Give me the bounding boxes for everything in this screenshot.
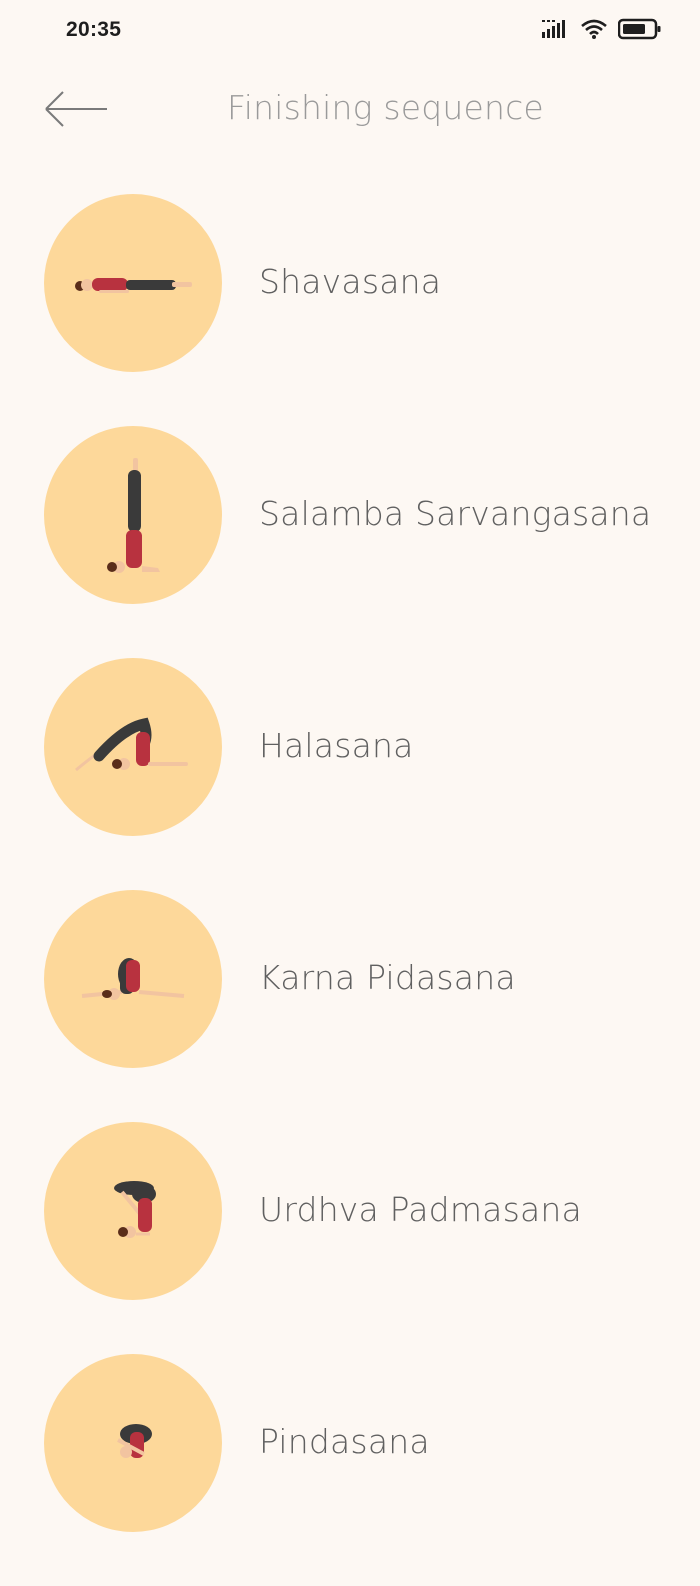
status-icons xyxy=(542,18,662,44)
battery-icon xyxy=(617,18,662,44)
pose-thumbnail xyxy=(44,194,222,372)
upward-lotus-pose-icon xyxy=(44,1122,222,1300)
ear-pressure-pose-icon xyxy=(44,890,222,1068)
back-button[interactable] xyxy=(40,86,112,136)
wifi-icon xyxy=(580,18,608,44)
arrow-left-icon xyxy=(43,89,109,133)
pose-name: Karna Pidasana xyxy=(259,958,516,997)
embryo-pose-icon xyxy=(44,1354,222,1532)
pose-name: Pindasana xyxy=(259,1422,430,1461)
pose-thumbnail xyxy=(44,890,222,1068)
shoulder-stand-pose-icon xyxy=(44,426,222,604)
pose-thumbnail xyxy=(44,1122,222,1300)
pose-name: Halasana xyxy=(259,726,414,765)
pose-thumbnail xyxy=(44,1354,222,1532)
pose-name: Urdhva Padmasana xyxy=(259,1190,582,1229)
pose-name: Shavasana xyxy=(259,262,442,301)
list-item[interactable]: Halasana xyxy=(0,658,700,836)
list-item[interactable]: Karna Pidasana xyxy=(0,890,700,1068)
list-item[interactable]: Salamba Sarvangasana xyxy=(0,426,700,604)
pose-thumbnail xyxy=(44,658,222,836)
pose-name: Salamba Sarvangasana xyxy=(259,494,652,533)
page-title: Finishing sequence xyxy=(227,88,544,127)
pose-list: Shavasana Salamba Sarvangasana Halasana … xyxy=(0,194,700,1586)
list-item[interactable]: Urdhva Padmasana xyxy=(0,1122,700,1300)
list-item[interactable]: Pindasana xyxy=(0,1354,700,1532)
header: Finishing sequence xyxy=(0,62,700,162)
pose-thumbnail xyxy=(44,426,222,604)
plow-pose-icon xyxy=(44,658,222,836)
status-bar: 20:35 xyxy=(0,0,700,62)
list-item[interactable]: Shavasana xyxy=(0,194,700,372)
status-time: 20:35 xyxy=(66,18,122,41)
signal-icon xyxy=(542,18,570,44)
shavasana-pose-icon xyxy=(44,194,222,372)
